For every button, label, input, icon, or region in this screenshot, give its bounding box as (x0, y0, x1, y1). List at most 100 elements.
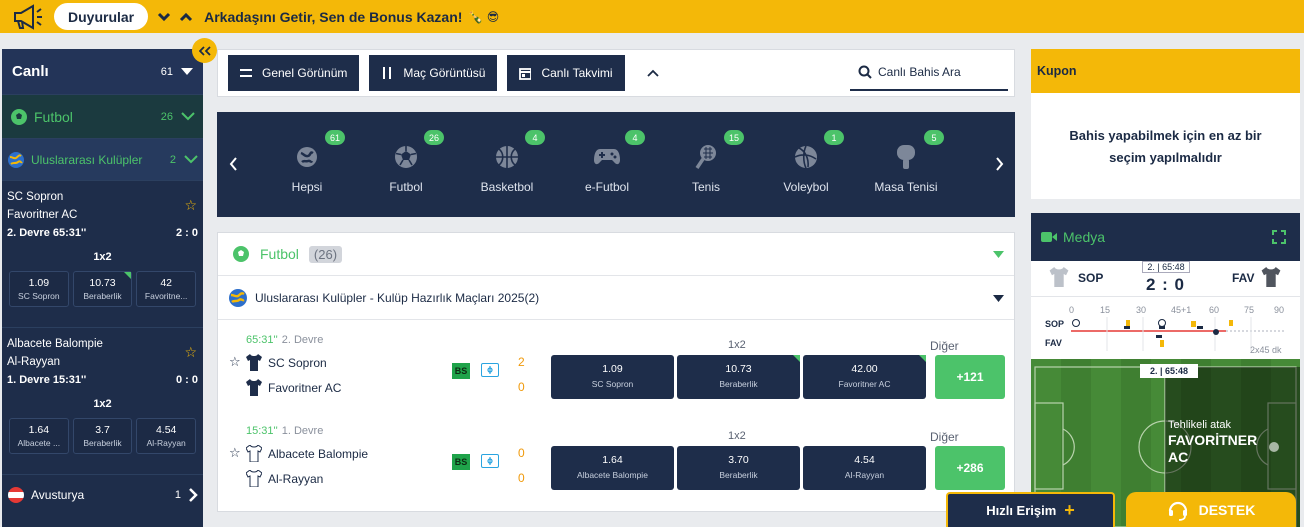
basketball-icon (462, 142, 552, 172)
more-markets-button[interactable]: +121 (935, 355, 1005, 399)
search-input[interactable] (878, 65, 998, 79)
sport-tab-basketbol[interactable]: 4 Basketbol (462, 130, 552, 194)
caret-down-icon (993, 251, 1004, 258)
odd-button[interactable]: 1.09 SC Sopron (9, 271, 69, 307)
search-box[interactable] (850, 55, 1008, 91)
football-icon (233, 246, 249, 262)
event-row[interactable]: 65:31'' 2. Devre ☆ SC Sopron Favoritner A… (218, 321, 1016, 411)
jersey-icon (246, 445, 262, 462)
sport-tab-tenis[interactable]: 15 Tenis (661, 130, 751, 194)
away-score: 0 (518, 471, 525, 485)
promo-text[interactable]: Arkadaşını Getir, Sen de Bonus Kazan! (204, 9, 462, 25)
away-abbr: FAV (1232, 271, 1255, 285)
odd-button[interactable]: 3.7 Beraberlik (72, 418, 133, 454)
away-team: Favoritner AC (246, 379, 341, 396)
sidebar-match[interactable]: SC Sopron Favoritner AC ☆ 2. Devre 65:31… (2, 180, 203, 327)
away-team: Favoritner AC (7, 209, 78, 221)
jersey-icon (1261, 267, 1281, 287)
sport-count: 26 (160, 110, 173, 123)
league-section-header[interactable]: Uluslararası Kulüpler - Kulüp Hazırlık M… (218, 276, 1014, 320)
media-header: Medya (1031, 213, 1300, 261)
jersey-icon (246, 470, 262, 487)
football-icon (361, 142, 451, 172)
jersey-icon (1049, 267, 1069, 287)
star-icon[interactable]: ☆ (229, 445, 241, 461)
expand-icon[interactable] (1272, 230, 1286, 244)
collapse-sidebar-button[interactable] (192, 38, 217, 63)
league-count: 2 (169, 153, 176, 166)
star-icon[interactable]: ☆ (184, 197, 197, 214)
home-abbr: SOP (1078, 271, 1104, 285)
media-title: Medya (1063, 229, 1106, 245)
coupon-message: Bahis yapabilmek için en az bir seçim ya… (1069, 128, 1262, 165)
volleyball-icon (761, 142, 851, 172)
odd-button[interactable]: 1.64 Albacete ... (9, 418, 69, 454)
match-view-button[interactable]: Maç Görüntüsü (369, 55, 498, 91)
sport-tab-all[interactable]: 61 Hepsi (262, 130, 352, 194)
chevron-right-icon (189, 487, 198, 502)
sidebar-match[interactable]: Albacete Balompie Al-Rayyan ☆ 1. Devre 1… (2, 327, 203, 474)
chevron-down-icon[interactable] (154, 7, 174, 27)
live-title: Canlı (12, 63, 49, 80)
match-score: 2 : 0 (1146, 275, 1186, 294)
sidebar-item-league[interactable]: Uluslararası Kulüpler 2 (2, 138, 203, 180)
globe-icon (229, 288, 247, 307)
other-label: Diğer (930, 339, 959, 353)
football-icon (11, 108, 27, 125)
away-team: Al-Rayyan (7, 356, 61, 368)
odd-button-away[interactable]: 4.54 Al-Rayyan (803, 446, 926, 490)
sport-section-title: Futbol (260, 246, 299, 262)
megaphone-icon (8, 0, 46, 33)
chevron-up-icon[interactable] (643, 63, 663, 83)
chevron-down-icon (184, 155, 198, 164)
odd-button-home[interactable]: 1.64 Albacete Balompie (551, 446, 674, 490)
sidebar-item-futbol[interactable]: Futbol 26 (2, 94, 203, 138)
jersey-icon (246, 379, 262, 396)
odd-button-away[interactable]: 42.00 Favoritner AC (803, 355, 926, 399)
live-calendar-button[interactable]: Canlı Takvimi (507, 55, 625, 91)
event-row[interactable]: 15:31'' 1. Devre ☆ Albacete Balompie Al-R… (218, 412, 1016, 502)
chevron-left-icon[interactable] (225, 154, 241, 174)
timeline-away: FAV (1045, 338, 1062, 348)
field-icon[interactable] (481, 454, 499, 468)
odd-button-home[interactable]: 1.09 SC Sopron (551, 355, 674, 399)
chevron-up-icon[interactable] (176, 7, 196, 27)
table-tennis-icon (861, 142, 951, 172)
odd-button[interactable]: 4.54 Al-Rayyan (136, 418, 197, 454)
sport-tab-efutbol[interactable]: 4 e-Futbol (562, 130, 652, 194)
odd-button[interactable]: 42 Favoritne... (136, 271, 197, 307)
odd-button-draw[interactable]: 10.73 Beraberlik (677, 355, 800, 399)
calendar-icon (519, 67, 532, 80)
star-icon[interactable]: ☆ (229, 354, 241, 370)
sidebar-item-austria[interactable]: Avusturya 1 (2, 474, 203, 514)
other-label: Diğer (930, 430, 959, 444)
field-icon[interactable] (481, 363, 499, 377)
market-label: 1x2 (93, 251, 112, 263)
home-team: Albacete Balompie (246, 445, 368, 462)
match-clock: 65:31'' 2. Devre (246, 334, 324, 346)
odd-button[interactable]: 10.73 Beraberlik (72, 271, 133, 307)
quick-access-button[interactable]: Hızlı Erişim + (946, 492, 1115, 527)
sport-tab-voleybol[interactable]: 1 Voleybol (761, 130, 851, 194)
overview-button[interactable]: Genel Görünüm (228, 55, 360, 91)
odd-button-draw[interactable]: 3.70 Beraberlik (677, 446, 800, 490)
bs-badge[interactable]: BS (452, 454, 470, 470)
match-time: 2. Devre 65:31'' 2 : 0 (7, 227, 198, 239)
sport-tab-masa-tenisi[interactable]: 5 Masa Tenisi (861, 130, 951, 194)
globe-icon (262, 142, 352, 172)
sport-tab-futbol[interactable]: 26 Futbol (361, 130, 451, 194)
market-label: 1x2 (728, 339, 746, 351)
announcements-button[interactable]: Duyurular (54, 3, 149, 30)
live-header[interactable]: Canlı 61 (2, 49, 203, 94)
more-markets-button[interactable]: +286 (935, 446, 1005, 490)
home-team: SC Sopron (7, 191, 64, 203)
gamepad-icon (562, 142, 652, 172)
star-icon[interactable]: ☆ (184, 344, 197, 361)
columns-icon (381, 67, 393, 79)
chevron-right-icon[interactable] (991, 154, 1007, 174)
sport-section-header[interactable]: Futbol (26) (218, 233, 1014, 276)
sport-section-count: (26) (308, 245, 343, 263)
support-button[interactable]: DESTEK (1126, 492, 1296, 527)
globe-icon (8, 151, 24, 168)
bs-badge[interactable]: BS (452, 363, 470, 379)
